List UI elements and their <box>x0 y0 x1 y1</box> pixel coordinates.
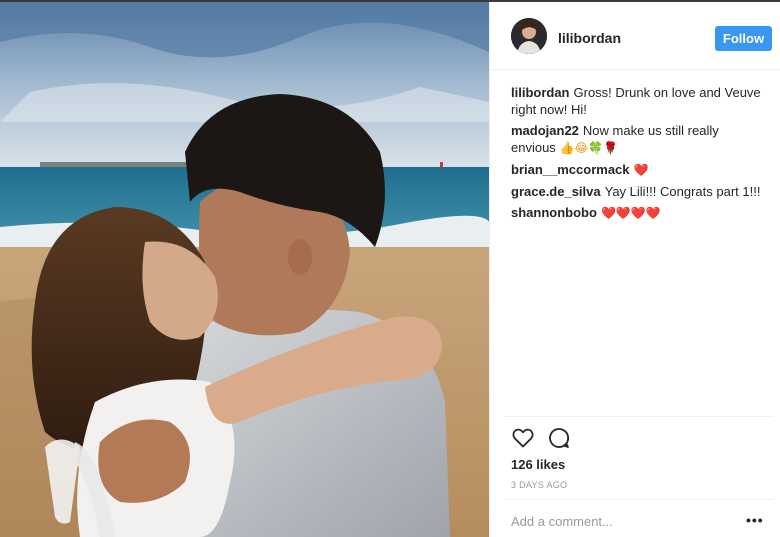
post-timestamp[interactable]: 3 DAYS AGO <box>511 480 567 490</box>
comment-emoji: ❤️❤️❤️❤️ <box>600 206 661 220</box>
likes-count[interactable]: 126 likes <box>511 457 565 472</box>
comment-author[interactable]: brian__mccormack <box>511 162 630 177</box>
avatar[interactable] <box>511 18 547 54</box>
post-author-username[interactable]: lilibordan <box>558 30 621 46</box>
comment-author[interactable]: shannonbobo <box>511 205 597 220</box>
avatar-image <box>511 18 547 54</box>
comment-text: Yay Lili!!! Congrats part 1!!! <box>604 184 761 199</box>
post-side-panel: lilibordan Follow lilibordan Gross! Drunk… <box>489 2 780 537</box>
comment-emoji: ❤️ <box>633 163 649 177</box>
comments-list: lilibordan Gross! Drunk on love and Veuve… <box>511 84 761 226</box>
comment-item: madojan22 Now make us still really enviou… <box>511 122 761 157</box>
comment-author[interactable]: lilibordan <box>511 85 570 100</box>
follow-button[interactable]: Follow <box>715 26 772 51</box>
comment-item: grace.de_silva Yay Lili!!! Congrats part … <box>511 183 761 200</box>
add-comment-input[interactable]: Add a comment... <box>511 514 613 529</box>
actions-divider <box>504 416 774 417</box>
heart-icon[interactable] <box>511 426 537 452</box>
comment-item: shannonbobo ❤️❤️❤️❤️ <box>511 204 761 222</box>
comment-author[interactable]: madojan22 <box>511 123 579 138</box>
post-photo[interactable] <box>0 2 489 537</box>
comment-author[interactable]: grace.de_silva <box>511 184 601 199</box>
more-options-icon[interactable]: ••• <box>746 512 764 528</box>
comment-emoji: 👍😂🍀🌹 <box>559 141 619 155</box>
comment-bubble-icon[interactable] <box>547 426 573 452</box>
comment-item: lilibordan Gross! Drunk on love and Veuve… <box>511 84 761 118</box>
comment-item: brian__mccormack ❤️ <box>511 161 761 179</box>
post-header: lilibordan Follow <box>490 2 780 70</box>
post-photo-illustration <box>0 2 489 537</box>
add-comment-divider <box>504 499 774 500</box>
